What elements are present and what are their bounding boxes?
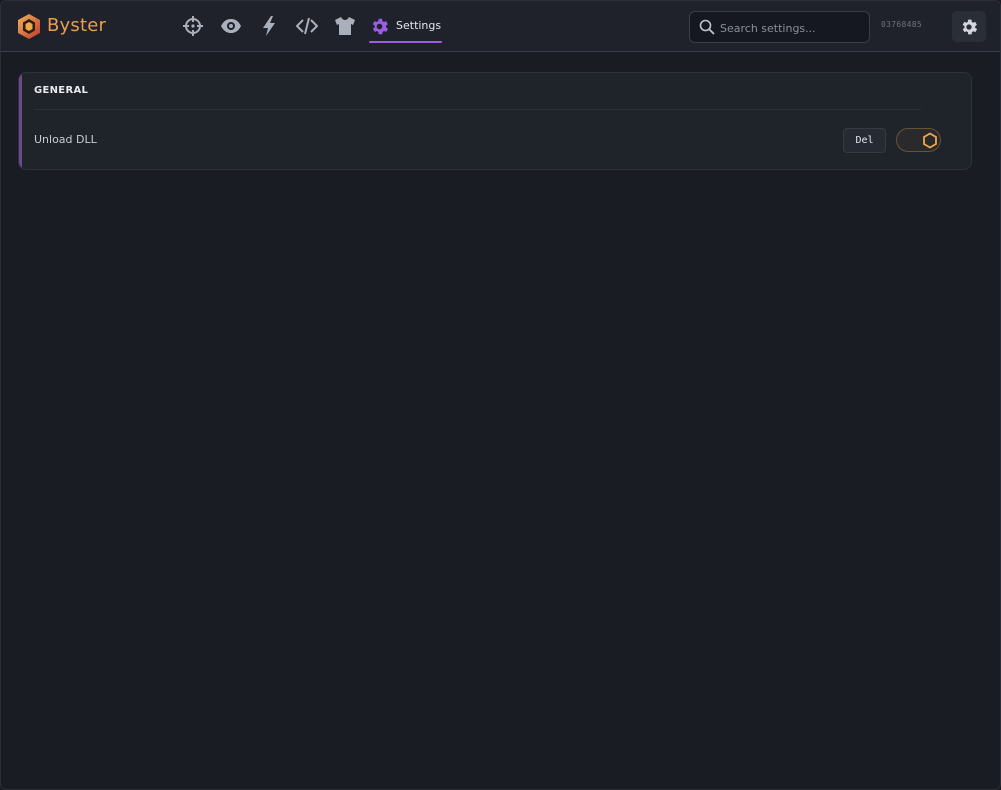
search-box[interactable] [689,11,870,43]
hexagon-knob-icon [923,132,937,149]
nav-skins-button[interactable] [334,15,356,37]
unload-dll-toggle[interactable] [896,128,941,152]
search-icon [699,19,715,35]
nav-misc-button[interactable] [258,15,280,37]
section-accent-bar [19,73,22,169]
gear-icon [372,18,388,35]
hwid-label: 03768485 [881,20,922,29]
app-window: Byster Settings Search settings... 03768… [0,0,1001,790]
nav-settings-tab[interactable]: Settings [369,11,442,45]
code-icon [296,17,318,35]
byster-logo-icon [18,14,40,39]
nav-visuals-button[interactable] [220,15,242,37]
unload-dll-label: Unload DLL [34,133,97,146]
lightning-icon [263,16,275,36]
active-tab-indicator [369,41,442,43]
settings-button[interactable] [952,11,986,42]
brand-name: Byster [47,15,107,36]
section-title: GENERAL [34,85,89,96]
eye-icon [221,19,241,33]
top-bar: Byster Settings Search settings... 03768… [1,1,1000,52]
nav-scripts-button[interactable] [296,15,318,37]
unload-dll-keybind-button[interactable]: Del [843,128,886,153]
search-input[interactable] [720,18,865,38]
nav-settings-label: Settings [396,19,442,32]
nav-aimbot-button[interactable] [182,15,204,37]
tshirt-icon [335,17,355,35]
crosshair-icon [183,16,203,36]
section-divider [34,109,921,110]
general-section: GENERAL Unload DLL Del [18,72,972,170]
gear-icon [962,19,978,34]
